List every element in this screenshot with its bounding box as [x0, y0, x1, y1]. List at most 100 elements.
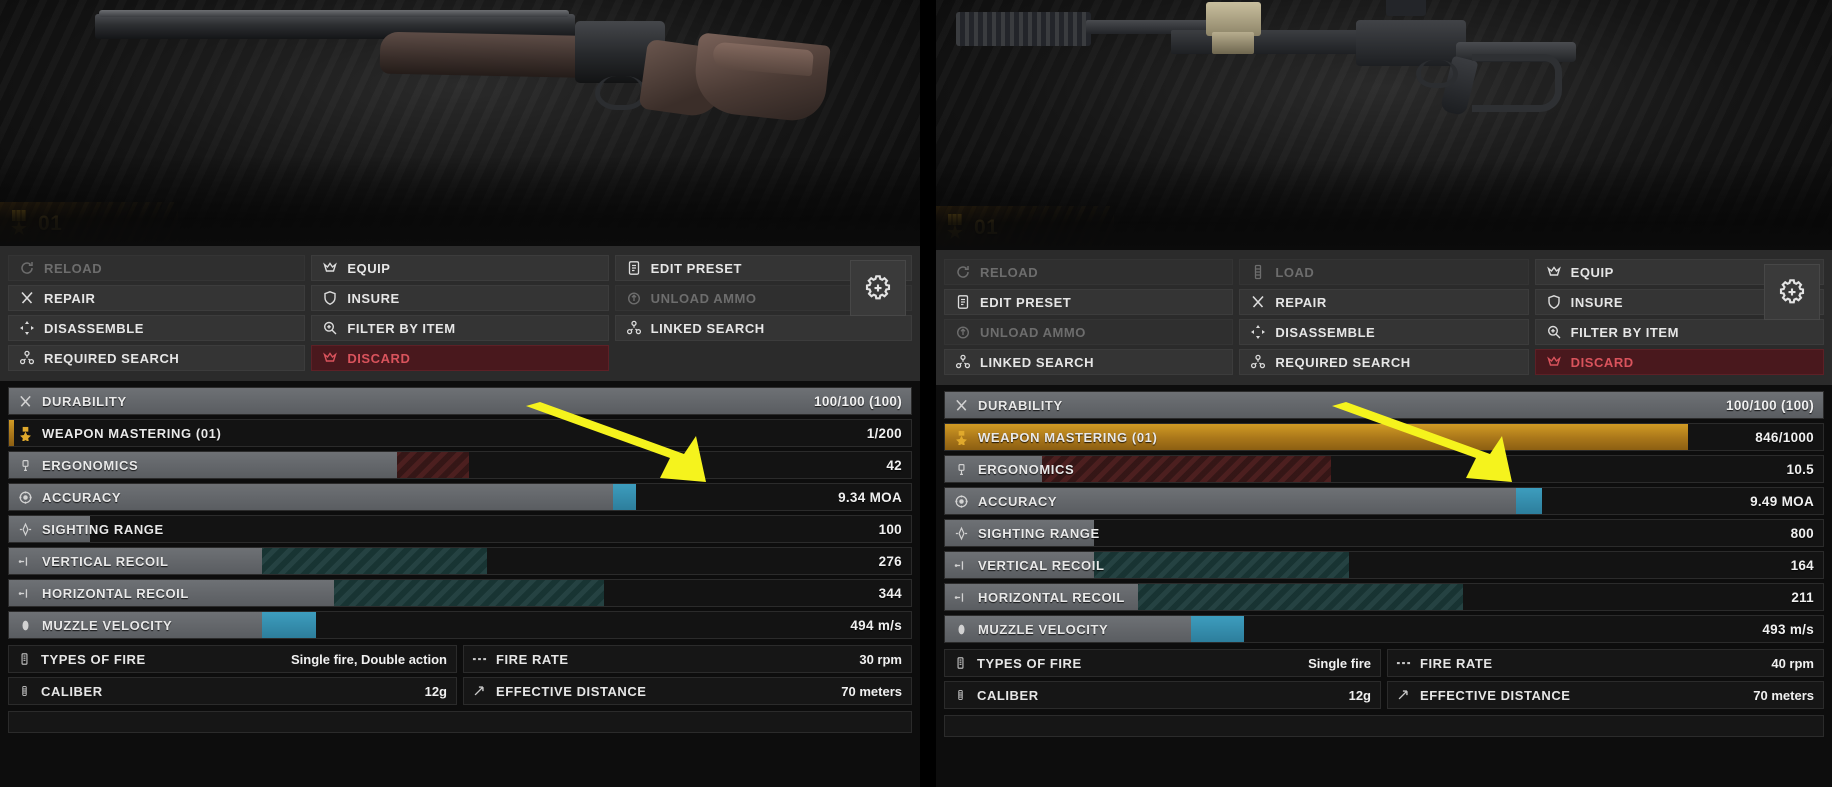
weapon-image-left [95, 6, 831, 126]
stat-value: 9.49 MOA [1750, 493, 1814, 509]
info-cell-types-of-fire: TYPES OF FIRE Single fire [944, 649, 1381, 677]
menu-item-linked-search[interactable]: LINKED SEARCH [944, 349, 1234, 375]
menu-item-repair[interactable]: REPAIR [1239, 289, 1529, 315]
mastery-badge-left: ★ 01 [0, 202, 178, 246]
discard-crown-icon [323, 352, 338, 362]
mods-button-left[interactable] [850, 260, 906, 316]
weapon-panel-left: ★ 01 RELOAD EQUIP EDIT PRESET REPAIR INS… [0, 0, 920, 787]
insure-shield-icon [324, 291, 337, 305]
mastery-level-label: 01 [38, 212, 63, 235]
menu-item-disassemble[interactable]: DISASSEMBLE [8, 315, 306, 341]
edit-preset-icon [957, 295, 969, 309]
menu-item-discard[interactable]: DISCARD [1534, 349, 1824, 375]
discard-crown-icon [1546, 356, 1561, 366]
disassemble-icon [1251, 325, 1266, 339]
mastery-level-label: 01 [974, 216, 999, 239]
context-menu-rows-right: RELOAD LOAD EQUIP EDIT PRESET REPAIR INS… [936, 259, 1832, 375]
context-menu-row: RELOAD EQUIP EDIT PRESET [0, 255, 920, 281]
menu-item-insure[interactable]: INSURE [311, 285, 609, 311]
menu-item-required-search[interactable]: REQUIRED SEARCH [8, 345, 306, 371]
menu-item-discard[interactable]: DISCARD [311, 345, 609, 371]
accuracy-icon [950, 494, 972, 509]
stat-row-muzzle-velocity: MUZZLE VELOCITY 493 m/s [944, 615, 1824, 643]
context-menu-row: REPAIR INSURE UNLOAD AMMO [0, 285, 920, 311]
stat-row-vertical-recoil: VERTICAL RECOIL 276 [8, 547, 912, 575]
menu-item-label: LOAD [1275, 264, 1315, 280]
equip-crown-icon [323, 262, 338, 272]
menu-item-edit-preset[interactable]: EDIT PRESET [944, 289, 1234, 315]
menu-item-equip[interactable]: EQUIP [311, 255, 609, 281]
stats-list-left: DURABILITY 100/100 (100) WEAPON MASTERIN… [0, 381, 920, 639]
menu-item-reload[interactable]: RELOAD [944, 259, 1234, 285]
sighting-range-icon [14, 522, 36, 537]
menu-item-filter-by-item[interactable]: FILTER BY ITEM [1534, 319, 1824, 345]
menu-item-label: LINKED SEARCH [980, 354, 1095, 370]
stat-label: HORIZONTAL RECOIL [42, 585, 189, 601]
filter-search-icon [324, 321, 337, 335]
medal-icon: ★ [944, 214, 966, 243]
stat-value: 1/200 [866, 425, 902, 441]
info-cell-effective-distance: EFFECTIVE DISTANCE 70 meters [463, 677, 912, 705]
weapon-panel-right: ★ 01 RELOAD LOAD EQUIP EDIT PRESET REPAI… [936, 0, 1832, 787]
horizontal-recoil-icon [950, 590, 972, 605]
stat-label: MUZZLE VELOCITY [978, 621, 1109, 637]
stat-label: ACCURACY [42, 489, 122, 505]
menu-item-label: EDIT PRESET [980, 294, 1072, 310]
stat-label: SIGHTING RANGE [978, 525, 1100, 541]
menu-item-filter-by-item[interactable]: FILTER BY ITEM [311, 315, 609, 341]
menu-item-label: UNLOAD AMMO [980, 324, 1086, 340]
info-label: EFFECTIVE DISTANCE [1420, 687, 1571, 703]
info-value: 12g [1348, 687, 1371, 703]
mastery-medal-icon [950, 430, 972, 445]
info-cell-effective-distance: EFFECTIVE DISTANCE 70 meters [1387, 681, 1824, 709]
info-label: EFFECTIVE DISTANCE [496, 683, 647, 699]
required-search-icon [1251, 354, 1266, 369]
menu-item-required-search[interactable]: REQUIRED SEARCH [1239, 349, 1529, 375]
menu-item-repair[interactable]: REPAIR [8, 285, 306, 311]
medal-icon: ★ [8, 210, 30, 239]
info-value: 40 rpm [1771, 655, 1814, 671]
stat-row-sighting-range: SIGHTING RANGE 100 [8, 515, 912, 543]
menu-item-reload[interactable]: RELOAD [8, 255, 306, 281]
stat-label: MUZZLE VELOCITY [42, 617, 173, 633]
required-search-icon [19, 350, 35, 365]
menu-item-disassemble[interactable]: DISASSEMBLE [1239, 319, 1529, 345]
context-menu-right: RELOAD LOAD EQUIP EDIT PRESET REPAIR INS… [936, 250, 1832, 385]
stat-value: 800 [1790, 525, 1814, 541]
stat-row-durability: DURABILITY 100/100 (100) [944, 391, 1824, 419]
stats-list-right: DURABILITY 100/100 (100) WEAPON MASTERIN… [936, 385, 1832, 643]
weapon-preview-right: ★ 01 [936, 0, 1832, 250]
menu-item-linked-search[interactable]: LINKED SEARCH [614, 315, 912, 341]
menu-item-load[interactable]: LOAD [1239, 259, 1529, 285]
context-menu-row: EDIT PRESET REPAIR INSURE [936, 289, 1832, 315]
menu-item-label: EDIT PRESET [650, 260, 742, 276]
menu-item-label: EQUIP [347, 260, 391, 276]
weapon-preview-left: ★ 01 [0, 0, 920, 246]
stat-value: 164 [1790, 557, 1814, 573]
menu-item-label: FILTER BY ITEM [1570, 324, 1679, 340]
stat-row-weapon-mastering: WEAPON MASTERING (01) 846/1000 [944, 423, 1824, 451]
bottom-strip-left [8, 711, 912, 733]
menu-item-label: INSURE [347, 290, 400, 306]
unload-ammo-icon [627, 292, 640, 305]
stat-value: 100/100 (100) [1726, 397, 1814, 413]
info-label: CALIBER [977, 687, 1039, 703]
stat-label: WEAPON MASTERING (01) [978, 429, 1158, 445]
stat-value: 493 m/s [1762, 621, 1814, 637]
info-row: CALIBER 12g EFFECTIVE DISTANCE 70 meters [8, 677, 912, 705]
context-menu-row: RELOAD LOAD EQUIP [936, 259, 1832, 285]
mods-button-right[interactable] [1764, 264, 1820, 320]
caliber-icon [950, 688, 970, 702]
reload-icon [957, 266, 969, 278]
info-value: 70 meters [1753, 687, 1814, 703]
stat-value: 344 [878, 585, 902, 601]
stat-row-accuracy: ACCURACY 9.34 MOA [8, 483, 912, 511]
stat-label: VERTICAL RECOIL [42, 553, 169, 569]
menu-item-label: REQUIRED SEARCH [1275, 354, 1411, 370]
stat-label: VERTICAL RECOIL [978, 557, 1105, 573]
stat-label: DURABILITY [42, 393, 127, 409]
info-cell-caliber: CALIBER 12g [8, 677, 457, 705]
menu-item-unload-ammo[interactable]: UNLOAD AMMO [944, 319, 1234, 345]
unload-ammo-icon [956, 326, 970, 339]
stat-label: ERGONOMICS [978, 461, 1075, 477]
